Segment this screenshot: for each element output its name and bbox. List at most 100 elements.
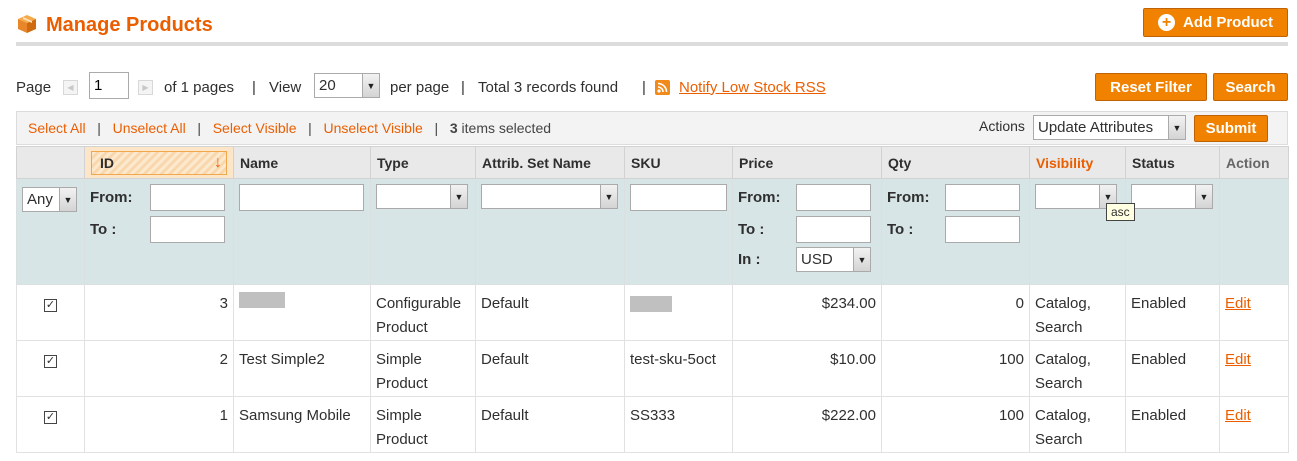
col-id-header[interactable]: ID ↓	[84, 146, 234, 179]
qty-from-label: From:	[887, 189, 930, 206]
qty-from-input[interactable]	[945, 184, 1020, 211]
col-massaction	[16, 146, 85, 179]
row-price: $10.00	[732, 340, 882, 397]
price-from-input[interactable]	[796, 184, 871, 211]
row-name: Samsung Mobile	[233, 396, 371, 453]
massaction-links: Select All | Unselect All | Select Visib…	[28, 120, 552, 136]
row-visibility: Catalog, Search	[1029, 284, 1126, 341]
id-from-input[interactable]	[150, 184, 225, 211]
qty-to-label: To :	[887, 221, 914, 238]
any-select-value: Any	[27, 191, 53, 208]
selected-label: items selected	[457, 120, 552, 136]
pager-view-label: View	[269, 78, 302, 96]
row-edit-link[interactable]: Edit	[1225, 295, 1251, 312]
pager-separator: |	[642, 78, 646, 96]
pager-total: Total 3 records found	[478, 78, 619, 96]
row-id: 1	[84, 396, 234, 453]
row-status: Enabled	[1125, 284, 1220, 341]
unselect-all-link[interactable]: Unselect All	[113, 120, 186, 136]
id-from-label: From:	[90, 189, 133, 206]
row-price: $234.00	[732, 284, 882, 341]
row-edit-link[interactable]: Edit	[1225, 351, 1251, 368]
type-filter-select[interactable]: ▼	[376, 184, 468, 209]
qty-to-input[interactable]	[945, 216, 1020, 243]
col-sku-header[interactable]: SKU	[624, 146, 733, 179]
actions-label: Actions	[979, 118, 1025, 134]
sort-tooltip: asc	[1106, 203, 1135, 221]
box-icon	[18, 15, 36, 33]
select-visible-link[interactable]: Select Visible	[213, 120, 297, 136]
selected-count: 3	[449, 120, 458, 136]
col-price-header[interactable]: Price	[732, 146, 882, 179]
row-sku: test-sku-5oct	[624, 340, 733, 397]
chevron-down-icon: ▼	[362, 74, 379, 97]
table-row: ✓ 3 Configurable Product Default $234.00 …	[16, 284, 1289, 341]
row-name: Test Simple2	[233, 340, 371, 397]
pager-separator: |	[461, 78, 465, 96]
redacted-sku	[630, 296, 672, 312]
per-page-select[interactable]: 20 ▼	[314, 73, 380, 98]
row-attrset: Default	[475, 284, 625, 341]
chevron-down-icon: ▼	[450, 185, 467, 208]
redacted-name	[239, 292, 285, 308]
actions-select[interactable]: Update Attributes ▼	[1033, 115, 1186, 140]
row-sku: SS333	[624, 396, 733, 453]
row-attrset: Default	[475, 396, 625, 453]
row-qty: 0	[881, 284, 1030, 341]
select-all-link[interactable]: Select All	[28, 120, 86, 136]
col-visibility-header[interactable]: Visibility	[1029, 146, 1126, 179]
sort-arrow-down-icon: ↓	[214, 153, 222, 171]
reset-filter-button[interactable]: Reset Filter	[1095, 73, 1207, 101]
chevron-down-icon: ▼	[853, 248, 870, 271]
id-to-input[interactable]	[150, 216, 225, 243]
attrset-filter-select[interactable]: ▼	[481, 184, 618, 209]
per-page-value: 20	[319, 77, 336, 94]
row-edit-link[interactable]: Edit	[1225, 407, 1251, 424]
col-attrset-header[interactable]: Attrib. Set Name	[475, 146, 625, 179]
add-product-button[interactable]: + Add Product	[1143, 8, 1288, 37]
row-checkbox[interactable]: ✓	[44, 355, 57, 368]
actions-select-value: Update Attributes	[1038, 119, 1154, 136]
name-filter-input[interactable]	[239, 184, 364, 211]
col-action-header: Action	[1219, 146, 1289, 179]
table-row: ✓ 2 Test Simple2 Simple Product Default t…	[16, 340, 1289, 397]
products-grid: ID ↓ Name Type Attrib. Set Name SKU Pric…	[16, 146, 1289, 453]
pager-per-page-label: per page	[390, 78, 450, 96]
currency-select[interactable]: USD ▼	[796, 247, 871, 272]
currency-label: In :	[738, 251, 761, 268]
search-button[interactable]: Search	[1213, 73, 1288, 101]
col-id-label: ID	[100, 154, 114, 171]
status-filter-select[interactable]: ▼	[1131, 184, 1213, 209]
unselect-visible-link[interactable]: Unselect Visible	[324, 120, 423, 136]
col-name-header[interactable]: Name	[233, 146, 371, 179]
sku-filter-input[interactable]	[630, 184, 727, 211]
price-to-input[interactable]	[796, 216, 871, 243]
row-visibility: Catalog, Search	[1029, 340, 1126, 397]
row-qty: 100	[881, 340, 1030, 397]
pager-page-label: Page	[16, 78, 52, 96]
notify-low-stock-rss-link[interactable]: Notify Low Stock RSS	[679, 76, 826, 98]
massaction-any-select[interactable]: Any ▼	[22, 187, 77, 212]
row-type: Simple Product	[370, 340, 476, 397]
row-type: Simple Product	[370, 396, 476, 453]
row-checkbox[interactable]: ✓	[44, 299, 57, 312]
col-qty-header[interactable]: Qty	[881, 146, 1030, 179]
price-from-label: From:	[738, 189, 781, 206]
prev-page-icon[interactable]: ◀	[63, 79, 78, 95]
filter-row: Any ▼ From: To : ▼ ▼ From: To: In: USD…	[16, 178, 1289, 285]
submit-button[interactable]: Submit	[1194, 115, 1268, 142]
table-row: ✓ 1 Samsung Mobile Simple Product Default…	[16, 396, 1289, 453]
title-divider	[16, 42, 1288, 46]
next-page-icon[interactable]: ▶	[138, 79, 153, 95]
visibility-filter-select[interactable]: ▼	[1035, 184, 1117, 209]
col-status-header[interactable]: Status	[1125, 146, 1220, 179]
row-type: Configurable Product	[370, 284, 476, 341]
row-sku	[624, 284, 733, 341]
col-type-header[interactable]: Type	[370, 146, 476, 179]
row-qty: 100	[881, 396, 1030, 453]
row-id: 2	[84, 340, 234, 397]
row-id: 3	[84, 284, 234, 341]
plus-icon: +	[1158, 14, 1175, 31]
page-number-input[interactable]	[89, 72, 129, 99]
row-checkbox[interactable]: ✓	[44, 411, 57, 424]
